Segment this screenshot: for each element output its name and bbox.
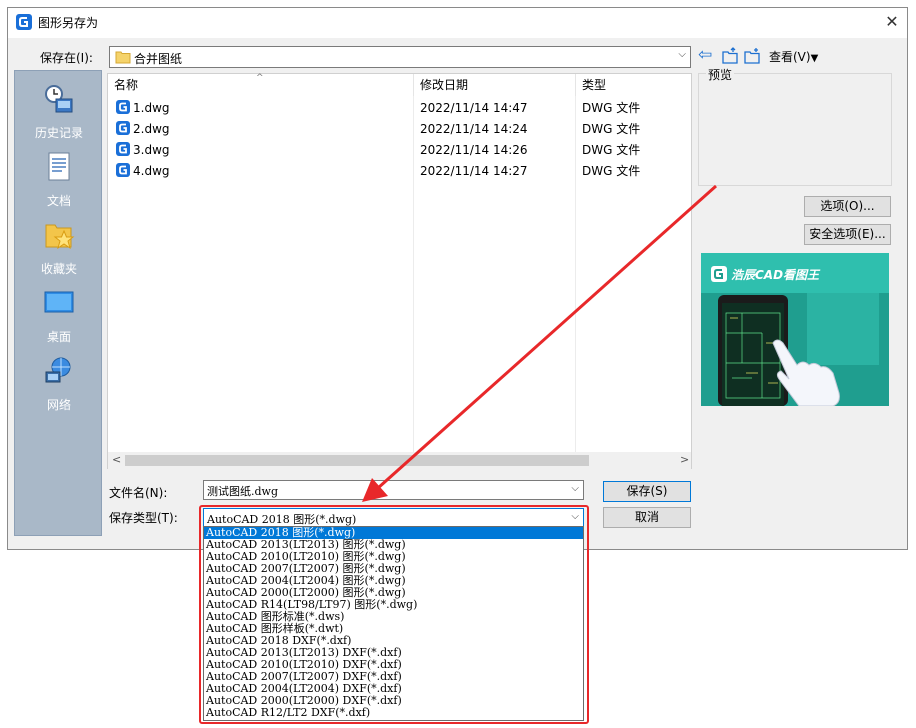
file-row[interactable]: 1.dwg 2022/11/14 14:47 DWG 文件 [108,98,691,119]
file-list[interactable]: 名称 ^ 修改日期 类型 1.dwg 2022/11/14 14:47 DWG … [107,73,692,469]
dwg-file-icon [116,142,130,156]
file-date: 2022/11/14 14:27 [420,164,528,178]
dropdown-arrow-icon: ▼ [810,53,819,64]
dwg-file-icon [116,100,130,114]
dwg-file-icon [116,121,130,135]
save-button[interactable]: 保存(S) [603,481,691,502]
desktop-icon [44,291,74,313]
scrollbar-thumb[interactable] [125,455,589,466]
place-label: 文档 [46,194,71,208]
window-title: 图形另存为 [38,16,99,30]
column-header-label: 类型 [582,78,607,92]
place-label: 收藏夹 [40,262,77,276]
file-type: DWG 文件 [582,122,641,136]
place-documents[interactable]: 文档 [15,151,103,209]
documents-icon [48,152,70,181]
place-desktop[interactable]: 桌面 [15,287,103,345]
file-type: DWG 文件 [582,164,641,178]
options-button[interactable]: 选项(O)... [804,196,891,217]
save-in-label: 保存在(I): [40,51,93,65]
column-header-name[interactable]: 名称 ^ [108,73,414,96]
file-row[interactable]: 2.dwg 2022/11/14 14:24 DWG 文件 [108,119,691,140]
back-icon[interactable]: ⇦ [698,45,712,65]
close-button[interactable]: ✕ [880,10,904,34]
file-type: DWG 文件 [582,143,641,157]
cancel-button[interactable]: 取消 [603,507,691,528]
brand-logo-icon [711,266,727,282]
file-name: 1.dwg [133,101,170,115]
file-type: DWG 文件 [582,101,641,115]
save-in-combo[interactable]: 合并图纸 ⌵ [109,46,691,68]
scroll-left-icon[interactable]: < [112,453,121,466]
history-icon [45,85,73,113]
file-date: 2022/11/14 14:24 [420,122,528,136]
place-history[interactable]: 历史记录 [15,83,103,141]
filetype-label: 保存类型(T): [109,511,178,525]
filename-input[interactable]: 测试图纸.dwg ⌵ [203,480,584,500]
preview-label: 预览 [706,66,735,83]
sort-up-icon: ^ [256,73,264,83]
filename-label: 文件名(N): [109,486,168,500]
network-icon [45,357,71,383]
file-date: 2022/11/14 14:26 [420,143,528,157]
place-label: 桌面 [46,330,71,344]
horizontal-scrollbar[interactable]: < > [108,452,691,469]
file-name: 3.dwg [133,143,170,157]
brand-text: 浩辰CAD看图王 [731,268,820,282]
scroll-right-icon[interactable]: > [680,453,689,466]
view-menu-button[interactable]: 查看(V)▼ [769,48,818,65]
place-label: 历史记录 [34,126,83,140]
highlight-box [199,505,589,724]
column-header-type[interactable]: 类型 [576,74,691,96]
security-options-button[interactable]: 安全选项(E)... [804,224,891,245]
promo-banner[interactable]: 浩辰CAD看图王 [701,253,889,406]
file-row[interactable]: 4.dwg 2022/11/14 14:27 DWG 文件 [108,161,691,182]
file-row[interactable]: 3.dwg 2022/11/14 14:26 DWG 文件 [108,140,691,161]
view-menu-label: 查看(V) [769,50,811,64]
title-bar [8,8,907,38]
app-logo-icon [16,14,32,30]
chevron-down-icon[interactable]: ⌵ [571,483,579,494]
favorites-icon [45,224,75,250]
file-name: 2.dwg [133,122,170,136]
filename-value: 测试图纸.dwg [207,485,278,498]
new-folder-icon[interactable] [743,47,761,64]
column-header-label: 名称 [114,78,139,92]
place-label: 网络 [46,398,71,412]
column-header-date[interactable]: 修改日期 [414,74,576,96]
file-name: 4.dwg [133,164,170,178]
up-folder-icon[interactable] [721,47,739,64]
place-network[interactable]: 网络 [15,355,103,413]
place-favorites[interactable]: 收藏夹 [15,219,103,277]
dwg-file-icon [116,163,130,177]
folder-icon [115,51,131,64]
hand-pointer-icon [772,339,840,406]
file-date: 2022/11/14 14:47 [420,101,528,115]
chevron-down-icon: ⌵ [678,49,686,60]
save-in-value: 合并图纸 [134,52,183,66]
preview-pane [698,73,892,186]
places-bar: 历史记录 文档 收藏夹 桌面 网络 [14,70,102,536]
column-header-label: 修改日期 [420,78,469,92]
